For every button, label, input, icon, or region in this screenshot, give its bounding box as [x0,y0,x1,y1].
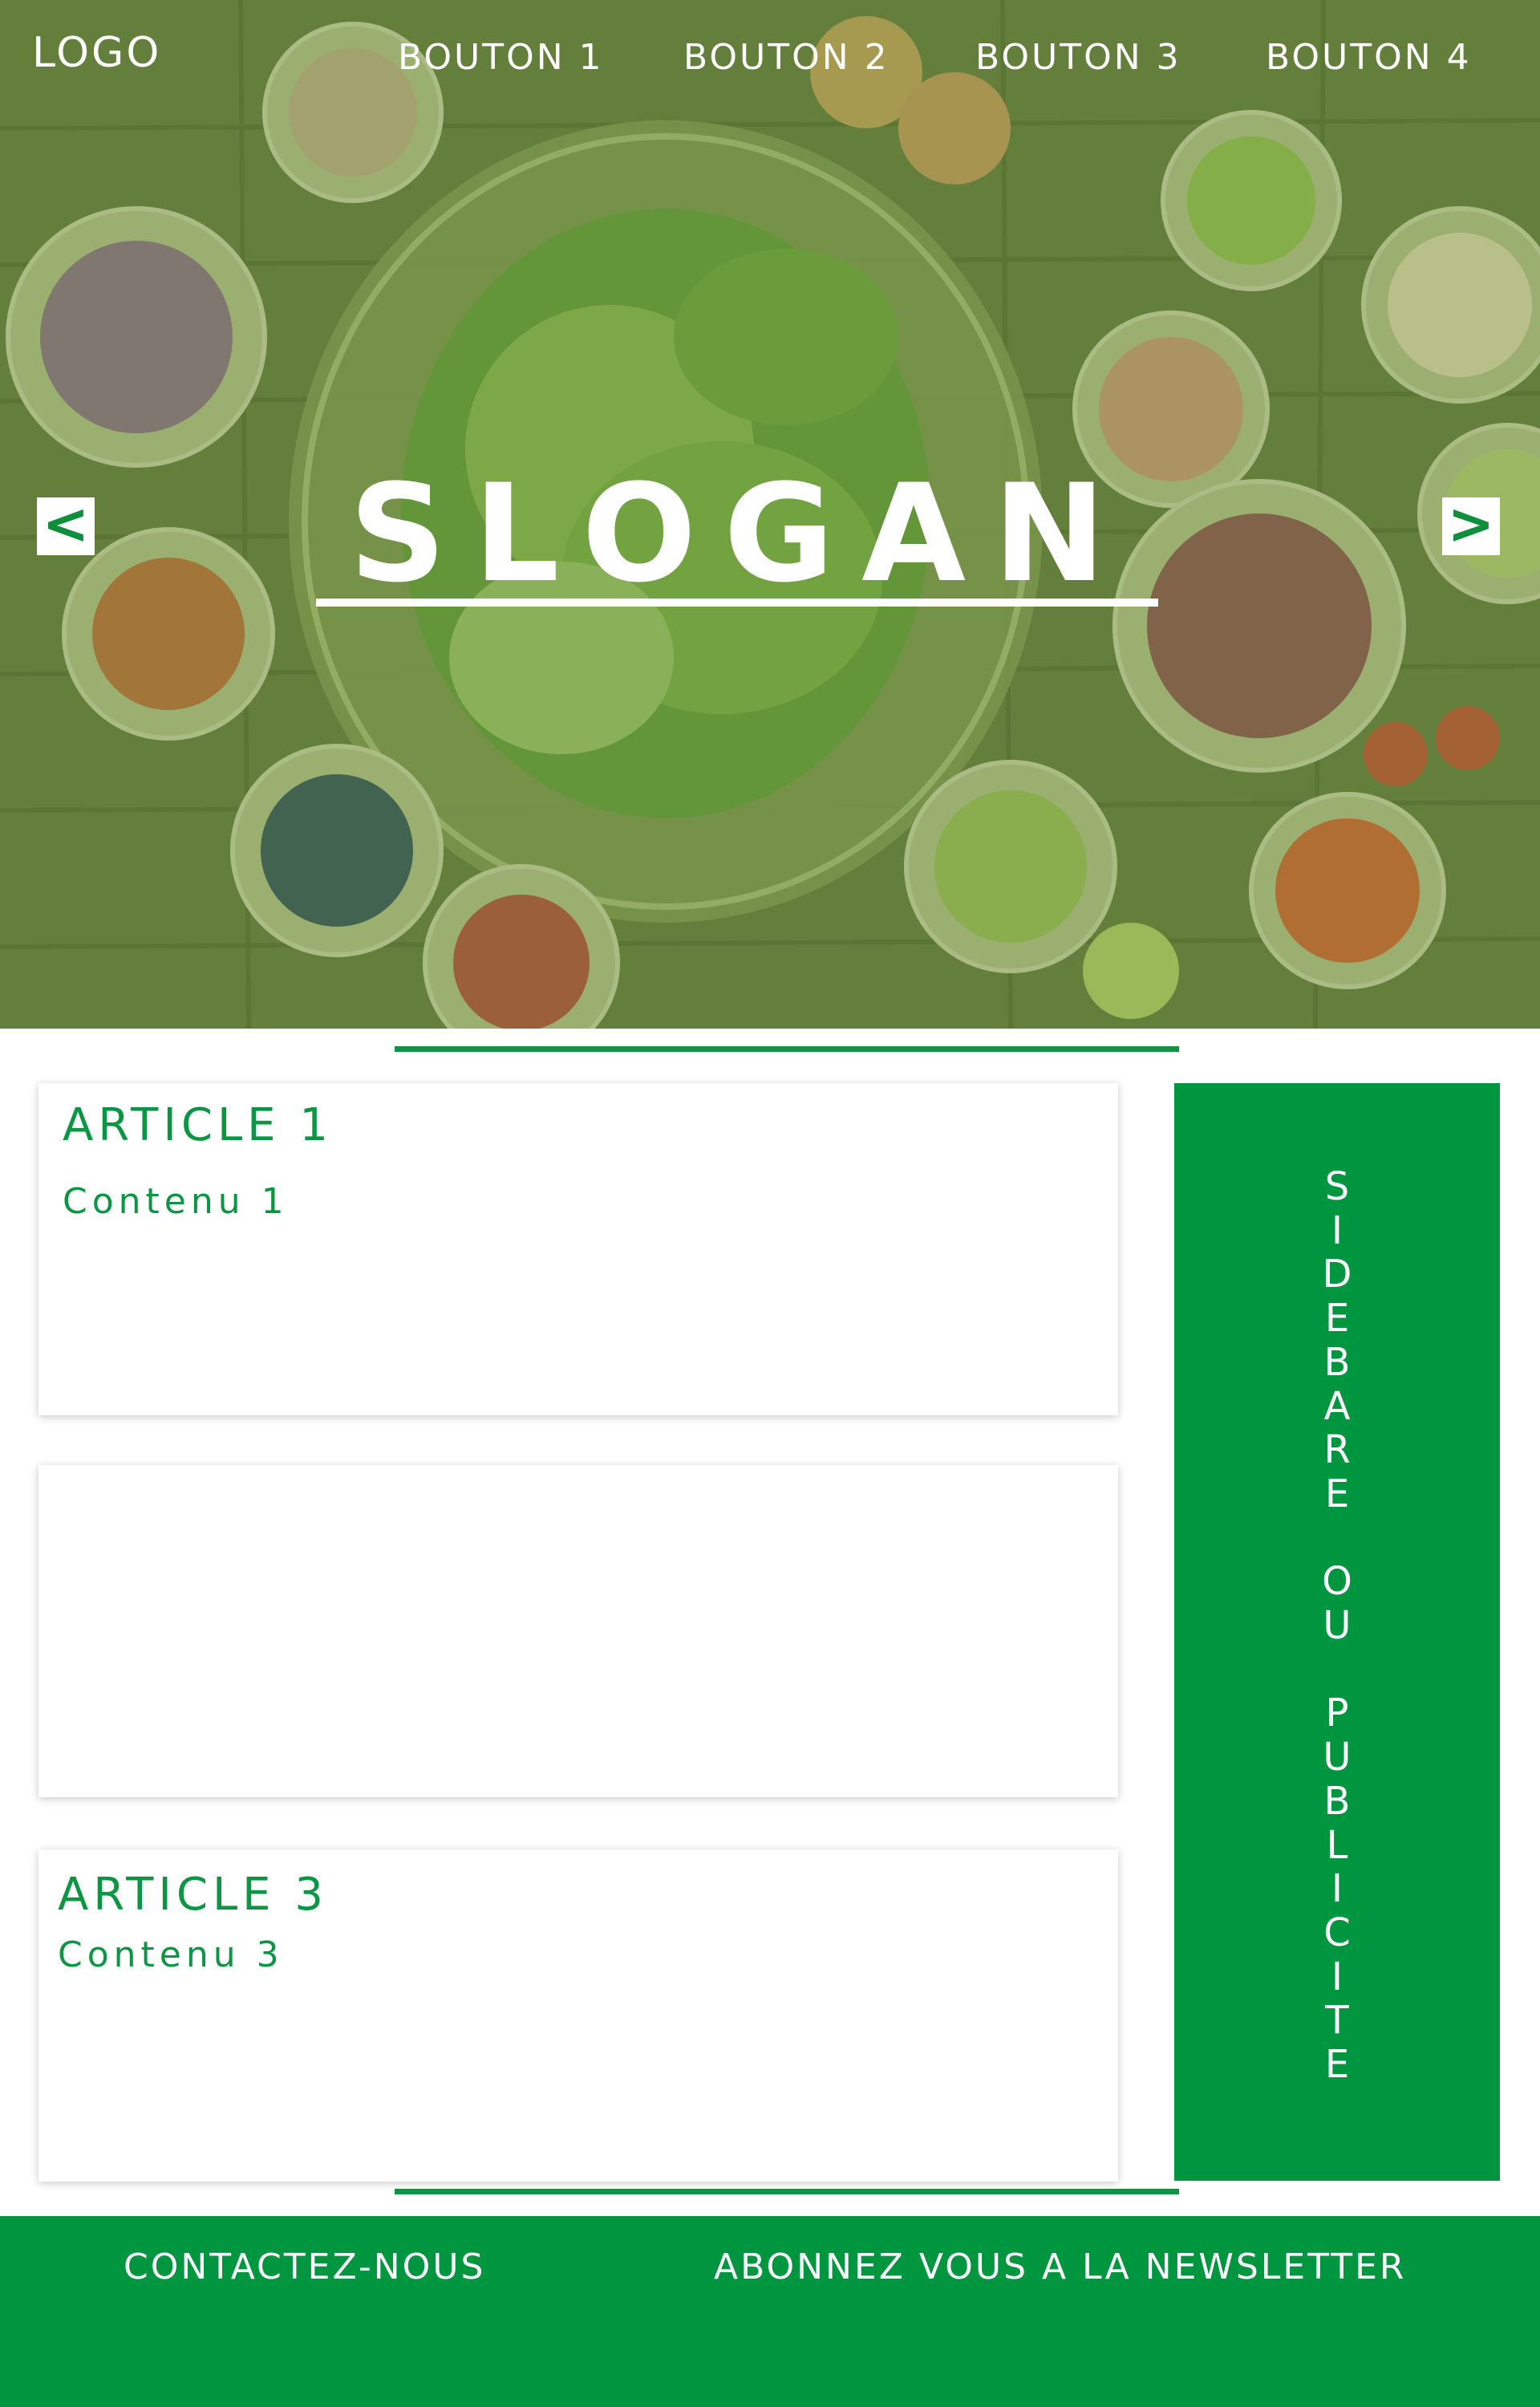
sidebar-letter [1174,1516,1500,1561]
newsletter-link[interactable]: ABONNEZ VOUS A LA NEWSLETTER [714,2247,1407,2287]
sidebar-letter: I [1331,1954,1343,1999]
carousel-next-button[interactable]: > [1442,496,1500,555]
article-card-1[interactable]: ARTICLE 1 Contenu 1 [38,1083,1118,1415]
chevron-right-icon: > [1447,491,1495,557]
sidebar-letter: D [1322,1252,1352,1297]
nav-button-4[interactable]: BOUTON 4 [1266,37,1472,78]
sidebar-letter: E [1324,1296,1350,1342]
sidebar-letter: E [1324,1471,1350,1516]
sidebar-letter: C [1323,1910,1351,1955]
sidebar-letter [1174,1648,1500,1692]
sidebar-letter: R [1323,1427,1351,1473]
hero-banner: LOGO BOUTON 1 BOUTON 2 BOUTON 3 BOUTON 4… [0,0,1540,1029]
hero-slogan: SLOGAN [349,455,1133,612]
nav-button-1[interactable]: BOUTON 1 [398,37,604,78]
divider-bottom [395,2189,1179,2194]
sidebar-letter: E [1324,2042,1350,2088]
article-title: ARTICLE 1 [63,1099,333,1151]
sidebar-letter: L [1326,1822,1348,1868]
carousel-prev-button[interactable]: < [37,496,95,555]
article-card-2[interactable] [38,1465,1118,1797]
nav-button-2[interactable]: BOUTON 2 [683,37,890,78]
sidebar-letter: I [1331,1208,1343,1253]
sidebar-letter: U [1323,1603,1352,1649]
main-nav: BOUTON 1 BOUTON 2 BOUTON 3 BOUTON 4 [0,37,1540,78]
sidebar-letter: B [1323,1339,1351,1385]
sidebar-letter: U [1323,1735,1352,1780]
sidebar-ad[interactable]: SIDEBARE OU PUBLICITE [1174,1083,1500,2181]
article-content: Contenu 3 [58,1934,284,1975]
article-content: Contenu 1 [63,1181,289,1222]
sidebar-letter: I [1331,1866,1343,1912]
slogan-underline [316,599,1158,607]
sidebar-letter: A [1323,1383,1351,1429]
sidebar-letter: B [1323,1778,1351,1824]
contact-link[interactable]: CONTACTEZ-NOUS [124,2247,485,2287]
nav-button-3[interactable]: BOUTON 3 [975,37,1181,78]
sidebar-letter: P [1325,1691,1349,1736]
chevron-left-icon: < [42,491,90,557]
article-card-3[interactable]: ARTICLE 3 Contenu 3 [38,1849,1118,2182]
footer: CONTACTEZ-NOUS ABONNEZ VOUS A LA NEWSLET… [0,2216,1540,2407]
sidebar-letter: S [1324,1164,1350,1209]
sidebar-text: SIDEBARE OU PUBLICITE [1174,1165,1500,2087]
sidebar-letter: O [1322,1559,1352,1605]
article-title: ARTICLE 3 [58,1869,328,1921]
divider-top [395,1046,1179,1052]
sidebar-letter: T [1325,1998,1349,2044]
